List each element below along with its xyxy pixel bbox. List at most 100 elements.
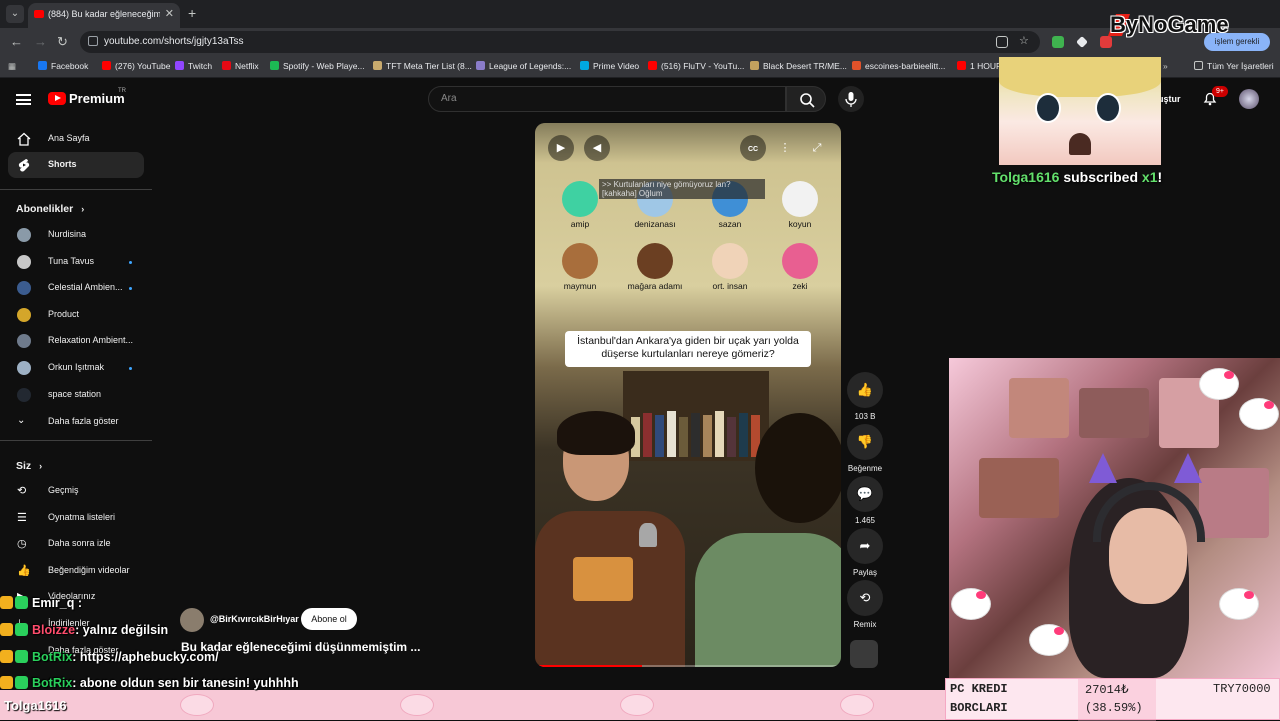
sidebar-subscription-item[interactable]: Tuna Tavus (8, 249, 144, 275)
tab-close-icon[interactable]: ✕ (165, 7, 174, 20)
goal-label: PC KREDI (950, 682, 1008, 696)
share-action[interactable]: ➦ Paylaş (846, 528, 884, 577)
hello-kitty-pattern (840, 694, 874, 716)
new-content-dot (129, 367, 132, 370)
new-content-dot (129, 260, 132, 264)
sidebar-subscription-item[interactable]: Nurdisina (8, 222, 144, 248)
anime-mouth (1069, 133, 1091, 155)
sidebar-item-label: Beğendiğim videolar (48, 564, 130, 575)
create-button-label[interactable]: uştur (1158, 94, 1181, 104)
forward-icon[interactable]: → (34, 34, 47, 49)
sidebar-show-more-subscriptions[interactable]: ⌄ Daha fazla göster (8, 409, 144, 435)
chat-message: BotRix: https://aphebucky.com/ (0, 650, 480, 664)
tab-search-button[interactable]: ⌄ (6, 5, 24, 23)
sound-thumbnail[interactable] (850, 640, 878, 668)
sidebar-you-item[interactable]: ⟲ Geçmiş (8, 478, 144, 504)
search-button[interactable] (786, 86, 826, 112)
emoji-label: zeki (792, 281, 808, 291)
volume-button[interactable]: ◀ (584, 135, 610, 161)
chat-message: Emir_q : (0, 596, 480, 610)
sidebar-item-label: Daha sonra izle (48, 538, 111, 549)
notifications-button[interactable]: 9+ (1203, 86, 1228, 106)
address-bar[interactable]: youtube.com/shorts/jgjty13aTss (80, 31, 1040, 53)
bookmark-item[interactable]: Twitch (175, 61, 212, 71)
sidebar-item-label: Nurdisina (48, 229, 87, 239)
sidebar-item-label: Celestial Ambien... (48, 282, 123, 293)
sidebar-you-item[interactable]: 👍 Beğendiğim videolar (8, 558, 144, 584)
browser-tab[interactable]: (884) Bu kadar eğleneceğimi dü ✕ (28, 3, 180, 28)
bookmark-item[interactable]: (516) FluTV - YouTu... (648, 61, 744, 71)
comments-action[interactable]: 💬 1.465 (846, 476, 884, 525)
like-icon: 👍 (17, 564, 31, 577)
sidebar-subscription-item[interactable]: Relaxation Ambient... (8, 328, 144, 354)
bookmark-item[interactable]: Facebook (38, 61, 88, 71)
bookmark-item[interactable]: Netflix (222, 61, 259, 71)
more-options-button[interactable]: ⋮ (772, 135, 798, 161)
new-tab-button[interactable]: + (188, 5, 196, 21)
like-action[interactable]: 👍 103 B (846, 372, 884, 421)
bookmark-item[interactable]: Prime Video (580, 61, 639, 71)
channel-avatar (17, 307, 31, 322)
auto-caption: >> Kurtulanları niye gömüyoruz lan? [kah… (599, 179, 765, 199)
shorts-player[interactable]: ▶ ◀ CC ⋮ ⤢ amip denizanası sazan koyun maymu… (535, 123, 841, 667)
voice-search-button[interactable] (838, 86, 864, 112)
sidebar-item-home[interactable]: Ana Sayfa (8, 126, 144, 152)
bookmark-item[interactable]: (276) YouTube (102, 61, 170, 71)
search-input[interactable]: Ara (428, 86, 786, 112)
reload-icon[interactable]: ↻ (57, 34, 68, 50)
youtube-premium-label[interactable]: Premium (69, 91, 125, 106)
extension-icon[interactable] (1052, 36, 1064, 48)
alert-count: x1 (1141, 169, 1158, 185)
sidebar-you-item[interactable]: ◷ Daha sonra izle (8, 531, 144, 557)
chevron-right-icon: › (39, 461, 43, 471)
apps-icon[interactable]: ▦ (8, 61, 16, 72)
hoodie-print (573, 557, 633, 601)
subscriptions-heading[interactable]: Abonelikler › (16, 203, 84, 215)
microphone-prop (639, 523, 657, 547)
install-icon[interactable] (996, 36, 1008, 48)
chat-badge-icon (15, 596, 28, 609)
account-avatar[interactable] (1239, 89, 1259, 109)
wall-tile (1009, 378, 1069, 438)
sidebar-item-shorts[interactable]: Shorts (8, 152, 144, 178)
bookmark-item[interactable]: Black Desert TR/ME... (750, 61, 847, 71)
chat-badge-icon (0, 650, 13, 663)
alert-text: subscribed (1059, 169, 1142, 185)
divider (0, 189, 152, 190)
sidebar-item-label: Relaxation Ambient... (48, 335, 134, 346)
site-info-icon[interactable] (88, 36, 98, 46)
video-progress-bar[interactable] (535, 665, 841, 667)
tab-title: (884) Bu kadar eğleneceğimi dü (48, 9, 160, 19)
sidebar-subscription-item[interactable]: Product (8, 302, 144, 328)
bookmark-star-icon[interactable]: ☆ (1019, 34, 1029, 47)
play-button[interactable]: ▶ (548, 135, 574, 161)
more-bookmarks-icon[interactable]: » (1163, 61, 1168, 71)
you-heading[interactable]: Siz › (16, 460, 42, 472)
remix-action[interactable]: ⟲ Remix (846, 580, 884, 629)
bookmark-item[interactable]: 1 HOUR (957, 61, 1002, 71)
youtube-logo-icon[interactable] (48, 92, 66, 105)
bookmark-item[interactable]: escoines-barbieelitt... (852, 61, 945, 71)
channel-avatar (17, 361, 31, 375)
bookmark-label: League of Legends:... (489, 61, 572, 71)
extension-icon[interactable] (1076, 36, 1088, 48)
search-placeholder: Ara (441, 93, 457, 104)
menu-icon[interactable] (16, 94, 31, 105)
chat-badge-icon (15, 623, 28, 636)
sidebar-subscription-item[interactable]: space station (8, 382, 144, 408)
emoji-label: mağara adamı (627, 281, 683, 291)
share-icon: ➦ (847, 528, 883, 564)
all-bookmarks[interactable]: Tüm Yer İşaretleri (1194, 61, 1274, 71)
bookmark-item[interactable]: Spotify - Web Playe... (270, 61, 365, 71)
hello-kitty-pattern (400, 694, 434, 716)
back-icon[interactable]: ← (10, 34, 23, 49)
notification-badge: 9+ (1212, 86, 1228, 97)
fullscreen-button[interactable]: ⤢ (804, 135, 830, 161)
bookmark-item[interactable]: League of Legends:... (476, 61, 571, 71)
sidebar-subscription-item[interactable]: Celestial Ambien... (8, 275, 144, 301)
dislike-action[interactable]: 👎 Beğenme (846, 424, 884, 473)
bookmark-item[interactable]: TFT Meta Tier List (8... (373, 61, 472, 71)
sidebar-you-item[interactable]: ☰ Oynatma listeleri (8, 505, 144, 531)
sidebar-subscription-item[interactable]: Orkun Işıtmak (8, 355, 144, 381)
captions-button[interactable]: CC (740, 135, 766, 161)
